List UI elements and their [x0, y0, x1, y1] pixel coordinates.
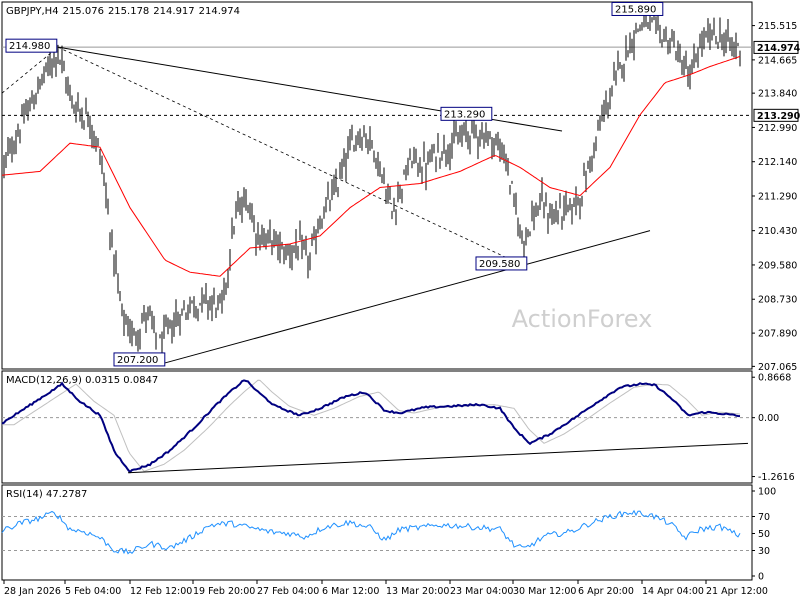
x-axis: 28 Jan 2026 5 Feb 04:00 12 Feb 12:00 19 Feb…: [3, 580, 768, 597]
axis-price-tag-label: 213.290: [757, 111, 800, 122]
macd-trendline: [127, 442, 749, 474]
price-tick-label: 215.515: [758, 21, 797, 32]
x-tick-label: 19 Feb 20:00: [193, 586, 255, 597]
moving-average-line: [1, 55, 741, 277]
chart-svg: ActionForex215.515214.665213.840212.9902…: [1, 1, 800, 597]
price-tick-label: 209.580: [758, 260, 797, 271]
x-tick-label: 28 Jan 2026: [4, 586, 61, 597]
macd-tick-label: 0.00: [758, 413, 779, 424]
x-tick-label: 5 Feb 04:00: [65, 586, 121, 597]
macd-tick-label: 0.8668: [758, 373, 791, 384]
rsi-tick-label: 100: [758, 487, 776, 498]
macd-signal-line: [2, 379, 741, 472]
axis-price-tag-label: 214.974: [757, 43, 800, 54]
x-tick-label: 6 Apr 20:00: [578, 586, 634, 597]
macd-frame: [1, 370, 753, 484]
ohlc-value: 214.917: [153, 6, 194, 17]
x-tick-label: 13 Mar 20:00: [386, 586, 449, 597]
price-tick-label: 208.730: [758, 295, 797, 306]
support-trendline: [164, 230, 651, 364]
rsi-tick-label: 30: [758, 546, 770, 557]
macd-panel: MACD(12,26,9) 0.0315 0.0847 0.8668 0.00 -1.…: [1, 373, 795, 483]
ohlc-value: 214.974: [199, 6, 240, 17]
rsi-tick-label: 70: [758, 512, 770, 523]
watermark: ActionForex: [512, 305, 653, 333]
macd-label: MACD(12,26,9) 0.0315 0.0847: [6, 375, 158, 386]
price-tick-label: 212.990: [758, 123, 797, 134]
price-callout-label: 207.200: [117, 355, 158, 366]
price-callout-label: 213.290: [444, 109, 485, 120]
price-callout-label: 215.890: [615, 4, 656, 15]
x-tick-label: 23 Mar 04:00: [450, 586, 513, 597]
x-tick-label: 30 Mar 12:00: [513, 586, 576, 597]
price-tick-label: 211.290: [758, 191, 797, 202]
x-tick-label: 21 Apr 12:00: [706, 586, 768, 597]
x-tick-label: 14 Apr 04:00: [642, 586, 704, 597]
x-tick-label: 12 Feb 12:00: [130, 586, 192, 597]
chart-frame: [1, 1, 753, 581]
ohlc-value: 215.178: [108, 6, 149, 17]
rsi-tick-label: 50: [758, 529, 770, 540]
price-tick-label: 212.140: [758, 157, 797, 168]
price-callout-label: 209.580: [479, 259, 520, 270]
symbol-label: GBPJPY,H4: [6, 6, 59, 17]
rsi-line: [1, 509, 741, 555]
price-callout-label: 214.980: [9, 41, 50, 52]
x-tick-label: 6 Mar 12:00: [322, 586, 379, 597]
x-tick-label: 27 Feb 04:00: [257, 586, 319, 597]
ohlc-value: 215.076: [63, 6, 104, 17]
price-tick-label: 207.065: [758, 362, 797, 373]
rsi-tick-label: 0: [758, 572, 764, 583]
price-panel: ActionForex215.515214.665213.840212.9902…: [1, 1, 800, 373]
price-tick-label: 210.430: [758, 226, 797, 237]
chart-header: GBPJPY,H4 215.076 215.178 214.917 214.974: [6, 6, 240, 17]
price-tick-label: 207.890: [758, 329, 797, 340]
rsi-label: RSI(14) 47.2787: [6, 489, 87, 500]
rsi-frame: [1, 484, 753, 581]
rsi-panel: RSI(14) 47.2787 100 70 50 30 0: [1, 487, 776, 583]
macd-tick-label: -1.2616: [758, 472, 795, 483]
price-tick-label: 213.840: [758, 89, 797, 100]
price-tick-label: 214.665: [758, 55, 797, 66]
